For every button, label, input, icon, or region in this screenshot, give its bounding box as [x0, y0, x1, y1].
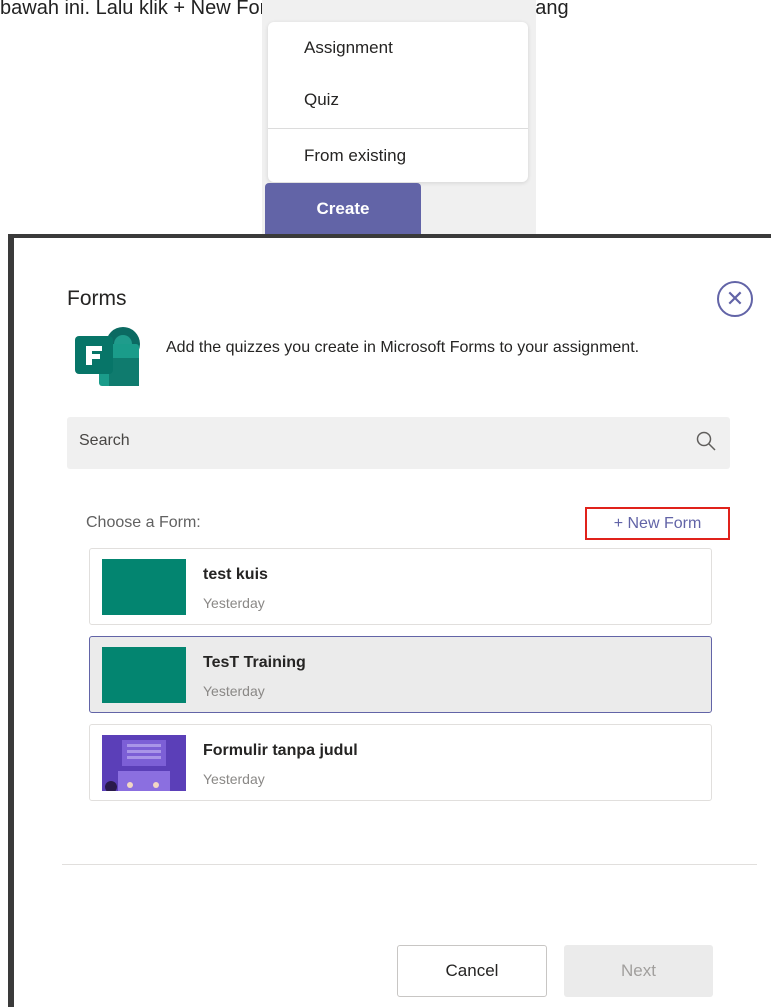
form-name: test kuis — [203, 566, 268, 583]
form-illustration-thumbnail — [102, 735, 186, 791]
menu-item-assignment[interactable]: Assignment — [268, 22, 528, 74]
search-placeholder: Search — [79, 432, 130, 449]
close-icon[interactable]: ✕ — [717, 281, 753, 317]
form-card-test-kuis[interactable]: test kuis Yesterday — [89, 548, 712, 625]
create-button[interactable]: Create — [265, 183, 421, 234]
create-dropdown-menu: Assignment Quiz From existing — [268, 22, 528, 182]
footer-divider — [62, 864, 757, 865]
cancel-button[interactable]: Cancel — [397, 945, 547, 997]
dialog-description: Add the quizzes you create in Microsoft … — [166, 339, 640, 356]
form-thumbnail — [102, 647, 186, 703]
menu-item-quiz[interactable]: Quiz — [268, 74, 528, 126]
menu-item-from-existing[interactable]: From existing — [268, 130, 528, 182]
form-date: Yesterday — [203, 771, 265, 787]
form-card-formulir-tanpa-judul[interactable]: Formulir tanpa judul Yesterday — [89, 724, 712, 801]
form-thumbnail — [102, 559, 186, 615]
menu-divider — [268, 128, 528, 129]
form-name: TesT Training — [203, 654, 306, 671]
microsoft-forms-icon — [75, 327, 140, 386]
dialog-title: Forms — [67, 287, 127, 310]
new-form-button[interactable]: + New Form — [585, 507, 730, 540]
search-icon[interactable] — [695, 430, 717, 452]
form-date: Yesterday — [203, 683, 265, 699]
form-date: Yesterday — [203, 595, 265, 611]
next-button[interactable]: Next — [564, 945, 713, 997]
form-name: Formulir tanpa judul — [203, 742, 358, 759]
search-input[interactable]: Search — [67, 417, 730, 469]
choose-form-label: Choose a Form: — [86, 514, 201, 531]
form-card-test-training[interactable]: TesT Training Yesterday — [89, 636, 712, 713]
